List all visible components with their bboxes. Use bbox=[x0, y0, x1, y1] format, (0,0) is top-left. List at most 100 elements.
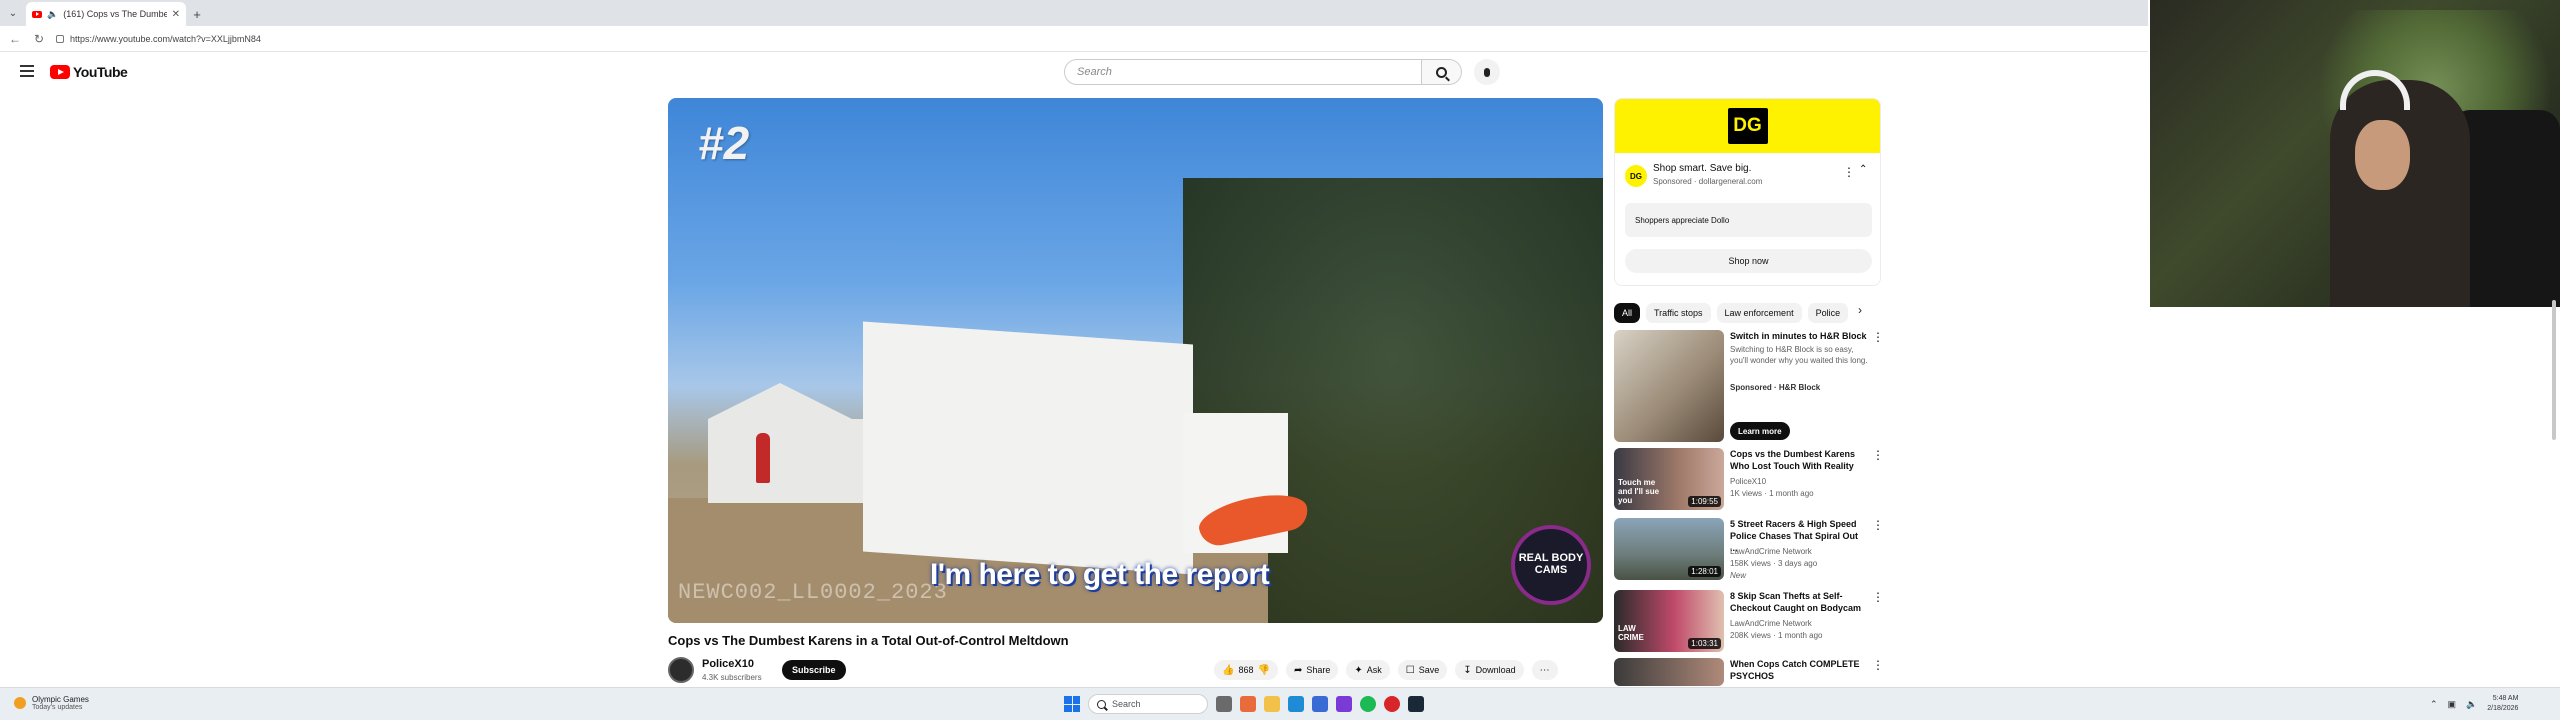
tab-list-chevron-icon[interactable]: ⌄ bbox=[0, 0, 26, 26]
taskbar-apps: Search bbox=[1064, 694, 1424, 714]
more-options-icon[interactable]: ⋮ bbox=[1872, 590, 1884, 604]
chip-all[interactable]: All bbox=[1614, 303, 1641, 323]
ad-shop-now-button[interactable]: Shop now bbox=[1625, 249, 1872, 273]
reload-icon[interactable]: ↻ bbox=[32, 32, 46, 46]
ad-banner[interactable]: DG bbox=[1615, 99, 1880, 153]
windows-start-icon[interactable] bbox=[1064, 696, 1080, 712]
video-thumbnail[interactable] bbox=[1614, 330, 1724, 442]
more-options-icon[interactable]: ⋮ bbox=[1872, 448, 1884, 462]
ask-button[interactable]: ✦ Ask bbox=[1346, 660, 1390, 680]
browser-tab-active[interactable]: 🔈 (161) Cops vs The Dumbest K ✕ bbox=[26, 2, 186, 26]
taskbar-search[interactable]: Search bbox=[1088, 694, 1208, 714]
edge-icon[interactable] bbox=[1288, 696, 1304, 712]
video-frame-truck bbox=[863, 321, 1193, 575]
volume-icon[interactable]: 🔈 bbox=[2466, 699, 2477, 710]
url-field[interactable]: https://www.youtube.com/watch?v=XXLjjbmN… bbox=[56, 34, 261, 44]
video-rank-overlay: #2 bbox=[698, 117, 750, 169]
list-item[interactable]: Switch in minutes to H&R Block Switching… bbox=[1614, 330, 1894, 442]
video-thumbnail[interactable] bbox=[1614, 658, 1724, 686]
search-input[interactable]: Search bbox=[1064, 59, 1422, 85]
ask-label: Ask bbox=[1366, 665, 1382, 675]
chip-police[interactable]: Police bbox=[1807, 303, 1849, 323]
save-button[interactable]: ☐ Save bbox=[1397, 660, 1448, 680]
rec-views: 208K views · 1 month ago bbox=[1730, 631, 1823, 640]
video-thumbnail[interactable]: Touch me and I'll sue you 1:09:55 bbox=[1614, 448, 1724, 510]
windows-taskbar: Olympic Games Today's updates Search ⌃ ▣… bbox=[0, 687, 2560, 720]
channel-avatar[interactable] bbox=[668, 657, 694, 683]
chrome-icon[interactable] bbox=[1384, 696, 1400, 712]
new-tab-plus-icon[interactable]: + bbox=[186, 2, 208, 26]
video-player[interactable]: #2 NEWC002_LL0002_2023 I'm here to get t… bbox=[668, 98, 1603, 623]
store-icon[interactable] bbox=[1312, 696, 1328, 712]
speaker-icon[interactable]: 🔈 bbox=[47, 9, 58, 20]
file-explorer-icon[interactable] bbox=[1264, 696, 1280, 712]
more-options-icon[interactable]: ⋮ bbox=[1872, 518, 1884, 532]
rec-title[interactable]: 8 Skip Scan Thefts at Self-Checkout Caug… bbox=[1730, 590, 1868, 614]
rec-channel[interactable]: LawAndCrime Network bbox=[1730, 618, 1870, 629]
weather-widget[interactable]: Olympic Games Today's updates bbox=[14, 695, 89, 711]
video-caption: I'm here to get the report bbox=[930, 558, 1270, 591]
tray-chevron-icon[interactable]: ⌃ bbox=[2430, 699, 2438, 710]
ad-offer-box[interactable]: Shoppers appreciate Dollo bbox=[1625, 203, 1872, 237]
spotify-icon[interactable] bbox=[1360, 696, 1376, 712]
duration-badge: 1:03:31 bbox=[1688, 638, 1721, 649]
share-button[interactable]: ➦ Share bbox=[1285, 660, 1339, 680]
search-bar: Search bbox=[1064, 59, 1500, 85]
network-icon[interactable]: ▣ bbox=[2448, 699, 2457, 710]
lock-icon[interactable] bbox=[56, 34, 64, 43]
sparkle-icon: ✦ bbox=[1354, 664, 1363, 676]
youtube-favicon-icon bbox=[32, 10, 42, 18]
learn-more-button[interactable]: Learn more bbox=[1730, 422, 1790, 440]
webcam-face bbox=[2355, 120, 2410, 190]
address-bar: ← ↻ https://www.youtube.com/watch?v=XXLj… bbox=[0, 26, 2148, 52]
rec-channel[interactable]: PoliceX10 bbox=[1730, 476, 1870, 487]
list-item[interactable]: LAW CRIME 1:03:31 8 Skip Scan Thefts at … bbox=[1614, 590, 1894, 652]
list-item[interactable]: Touch me and I'll sue you 1:09:55 Cops v… bbox=[1614, 448, 1894, 510]
page-scrollbar[interactable] bbox=[2552, 300, 2556, 440]
screen: ⌄ 🔈 (161) Cops vs The Dumbest K ✕ + ← ↻ … bbox=[0, 0, 2560, 720]
subscribe-button[interactable]: Subscribe bbox=[782, 660, 846, 680]
taskbar-search-label: Search bbox=[1112, 699, 1141, 709]
rec-title[interactable]: Switch in minutes to H&R Block bbox=[1730, 330, 1868, 342]
rec-channel[interactable]: LawAndCrime Network bbox=[1730, 546, 1870, 557]
task-view-icon[interactable] bbox=[1216, 696, 1232, 712]
rec-title[interactable]: Cops vs the Dumbest Karens Who Lost Touc… bbox=[1730, 448, 1868, 472]
more-actions-button[interactable]: ⋯ bbox=[1531, 660, 1558, 680]
youtube-logo[interactable]: YouTube bbox=[50, 64, 128, 80]
rec-title[interactable]: When Cops Catch COMPLETE PSYCHOS bbox=[1730, 658, 1868, 682]
voice-search-button[interactable] bbox=[1474, 59, 1500, 85]
steam-icon[interactable] bbox=[1408, 696, 1424, 712]
youtube-logo-text: YouTube bbox=[73, 64, 128, 80]
ad-more-icon[interactable]: ⋮ bbox=[1843, 165, 1855, 179]
back-arrow-icon[interactable]: ← bbox=[8, 32, 22, 46]
ad-collapse-chevron-icon[interactable]: ⌃ bbox=[1859, 164, 1867, 175]
video-thumbnail[interactable]: 1:28:01 bbox=[1614, 518, 1724, 580]
search-button[interactable] bbox=[1422, 59, 1462, 85]
chip-traffic-stops[interactable]: Traffic stops bbox=[1646, 303, 1711, 323]
video-frame-person bbox=[756, 433, 770, 483]
thumbs-up-icon: 👍 bbox=[1222, 664, 1235, 676]
download-button[interactable]: ↧ Download bbox=[1455, 660, 1524, 680]
more-horizontal-icon: ⋯ bbox=[1539, 664, 1550, 676]
bookmark-icon: ☐ bbox=[1405, 664, 1415, 676]
search-icon bbox=[1436, 66, 1447, 78]
microphone-icon bbox=[1484, 67, 1490, 77]
app-icon[interactable] bbox=[1240, 696, 1256, 712]
browser-tabbar: ⌄ 🔈 (161) Cops vs The Dumbest K ✕ + bbox=[0, 0, 2148, 26]
sponsored-ad-panel[interactable]: DG DG Shop smart. Save big. Sponsored · … bbox=[1614, 98, 1881, 286]
taskbar-clock[interactable]: 5:48 AM 2/18/2026 bbox=[2487, 694, 2518, 714]
close-tab-icon[interactable]: ✕ bbox=[172, 9, 180, 20]
chips-next-chevron-icon[interactable]: › bbox=[1858, 303, 1862, 317]
video-thumbnail[interactable]: LAW CRIME 1:03:31 bbox=[1614, 590, 1724, 652]
hamburger-menu-icon[interactable] bbox=[20, 65, 34, 77]
like-button[interactable]: 👍 868 👎 bbox=[1214, 660, 1278, 680]
list-item[interactable]: 1:28:01 5 Street Racers & High Speed Pol… bbox=[1614, 518, 1894, 580]
thumbs-down-icon[interactable]: 👎 bbox=[1257, 665, 1269, 676]
chip-law-enforcement[interactable]: Law enforcement bbox=[1716, 303, 1802, 323]
more-options-icon[interactable]: ⋮ bbox=[1872, 330, 1884, 344]
app-icon[interactable] bbox=[1336, 696, 1352, 712]
channel-name[interactable]: PoliceX10 bbox=[702, 658, 754, 670]
rec-sponsor: Sponsored · H&R Block bbox=[1730, 383, 1821, 392]
more-options-icon[interactable]: ⋮ bbox=[1872, 658, 1884, 672]
list-item[interactable]: When Cops Catch COMPLETE PSYCHOS ⋮ bbox=[1614, 658, 1894, 686]
